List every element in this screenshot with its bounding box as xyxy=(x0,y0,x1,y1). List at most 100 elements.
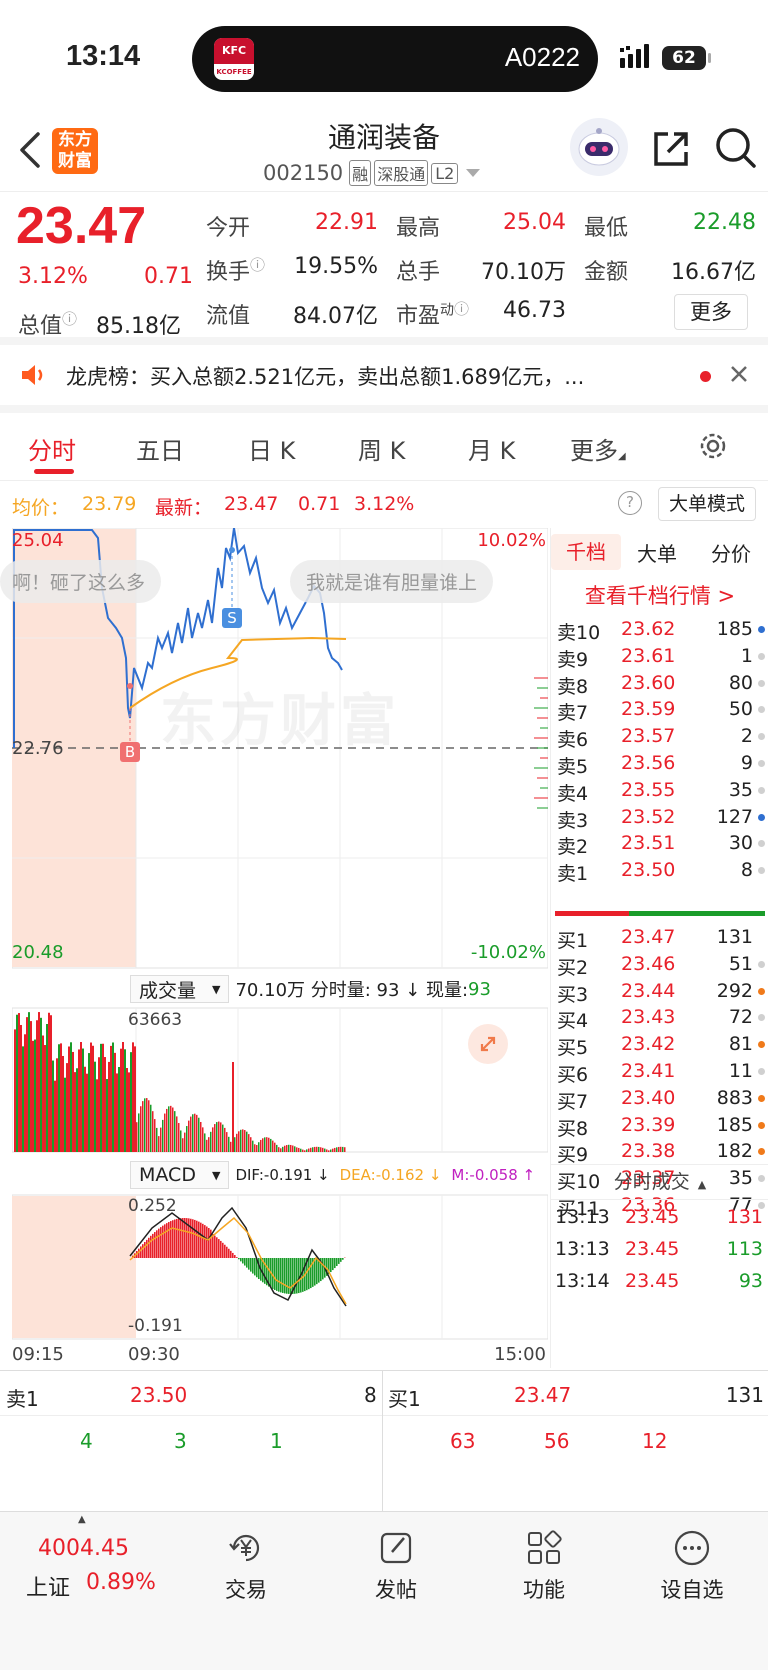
macd-bar xyxy=(280,1258,282,1293)
buy-order-row[interactable]: 买9 23.38 182 xyxy=(551,1138,768,1166)
stock-code-row[interactable]: 002150 融 深股通 L2 xyxy=(263,160,481,186)
big-order-mode-button[interactable]: 大单模式 xyxy=(658,487,756,521)
volume-bar xyxy=(206,1139,208,1152)
volume-bar xyxy=(102,1043,104,1152)
tab-weekly-k[interactable]: 周 K xyxy=(358,431,405,466)
volume-bar xyxy=(228,1136,230,1152)
sell-order-row[interactable]: 卖7 23.59 50 xyxy=(551,696,768,724)
tab-price-volume[interactable]: 分价 xyxy=(693,538,768,567)
order-dot xyxy=(758,679,765,687)
tab-more[interactable]: 更多◢ xyxy=(570,431,626,466)
volume-bar xyxy=(288,1144,290,1152)
macd-bar xyxy=(162,1225,164,1258)
volume-bar xyxy=(310,1147,312,1152)
order-label: 买2 xyxy=(557,956,589,979)
volume-bar xyxy=(148,1100,150,1152)
macd-bar xyxy=(230,1250,232,1258)
buy-marker-b[interactable]: B xyxy=(120,742,140,762)
sell-order-row[interactable]: 卖2 23.51 30 xyxy=(551,830,768,858)
tab-big-orders[interactable]: 大单 xyxy=(621,538,693,567)
order-dot xyxy=(758,733,765,741)
info-icon[interactable]: ⓘ xyxy=(250,256,265,274)
macd-bar xyxy=(184,1218,186,1258)
view-depth-link[interactable]: 查看千档行情 > xyxy=(551,580,768,610)
macd-bar xyxy=(158,1228,160,1258)
nav-post[interactable]: 发帖 xyxy=(346,1528,446,1604)
eastmoney-logo[interactable]: 东方 财富 xyxy=(52,128,98,174)
news-ticker[interactable]: 龙虎榜：买入总额2.521亿元，卖出总额1.689亿元，... xyxy=(0,345,768,413)
buy-order-row[interactable]: 买1 23.47 131 xyxy=(551,924,768,952)
signal-icon xyxy=(620,44,654,68)
volume-bar xyxy=(112,1042,114,1152)
volume-bar xyxy=(192,1114,194,1152)
tab-five-day[interactable]: 五日 xyxy=(136,431,184,466)
robot-avatar-icon[interactable] xyxy=(570,118,628,176)
volume-bar xyxy=(34,1039,36,1152)
sell-order-row[interactable]: 卖9 23.61 1 xyxy=(551,643,768,671)
nav-watchlist[interactable]: 设自选 xyxy=(642,1528,742,1604)
sell-order-row[interactable]: 卖5 23.56 9 xyxy=(551,750,768,778)
tick-row: 13:13 23.45 113 xyxy=(551,1232,768,1264)
tick-trades-header[interactable]: 分时成交 ▲ xyxy=(551,1164,768,1200)
kfc-logo-text: KFC xyxy=(214,38,254,64)
macd-indicator-dropdown[interactable]: MACD ▼ xyxy=(130,1161,230,1189)
back-button[interactable] xyxy=(16,130,46,170)
volume-bar xyxy=(18,1013,20,1152)
tab-monthly-k[interactable]: 月 K xyxy=(468,431,515,466)
yen-exchange-icon xyxy=(229,1534,260,1562)
sell-order-row[interactable]: 卖1 23.50 8 xyxy=(551,857,768,885)
order-dot xyxy=(758,840,765,848)
buy-order-row[interactable]: 买6 23.41 11 xyxy=(551,1058,768,1086)
order-dot xyxy=(758,1094,765,1102)
amount-label: 金额 xyxy=(584,260,629,285)
volume-bar xyxy=(100,1043,102,1152)
share-icon[interactable] xyxy=(650,128,692,170)
volume-bar xyxy=(334,1147,336,1152)
sell-order-row[interactable]: 卖10 23.62 185 xyxy=(551,616,768,644)
tab-thousand-level[interactable]: 千档 xyxy=(551,534,621,570)
volume-bar xyxy=(160,1127,162,1152)
close-icon[interactable] xyxy=(730,365,748,383)
order-label: 卖6 xyxy=(557,729,589,752)
info-icon[interactable]: ⓘ xyxy=(454,300,469,318)
order-price: 23.52 xyxy=(621,805,676,828)
buy-order-row[interactable]: 买7 23.40 883 xyxy=(551,1085,768,1113)
divider xyxy=(382,1371,383,1513)
volume-indicator-dropdown[interactable]: 成交量 ▼ xyxy=(130,975,230,1003)
volume-bar xyxy=(166,1108,168,1152)
nav-functions[interactable]: 功能 xyxy=(494,1528,594,1604)
macd-bar xyxy=(224,1244,226,1258)
order-dot xyxy=(758,867,765,875)
speaker-icon xyxy=(22,365,43,385)
buy-order-row[interactable]: 买3 23.44 292 xyxy=(551,978,768,1006)
macd-bar xyxy=(146,1239,148,1258)
buy-order-row[interactable]: 买5 23.42 81 xyxy=(551,1031,768,1059)
buy-order-row[interactable]: 买2 23.46 51 xyxy=(551,951,768,979)
intraday-chart[interactable]: 东方财富 25.04 22.76 20.48 10.02% -10.02% 啊！… xyxy=(0,528,548,1368)
expand-icon[interactable] xyxy=(468,1024,508,1064)
nav-trade[interactable]: 交易 xyxy=(196,1528,296,1604)
sell-order-row[interactable]: 卖4 23.55 35 xyxy=(551,777,768,805)
chart-info: 均价： 23.79 最新： 23.47 0.71 3.12% ? 大单模式 xyxy=(0,481,768,527)
tab-daily-k[interactable]: 日 K xyxy=(248,431,295,466)
buy-order-row[interactable]: 买4 23.43 72 xyxy=(551,1004,768,1033)
sell-order-row[interactable]: 卖6 23.57 2 xyxy=(551,723,768,752)
sell-marker-s[interactable]: S xyxy=(222,608,242,628)
settings-gear-icon[interactable] xyxy=(696,429,730,463)
comment-bubble[interactable]: 啊！砸了这么多 xyxy=(0,560,162,603)
latest-change: 0.71 xyxy=(298,493,341,515)
sell-order-row[interactable]: 卖3 23.52 127 xyxy=(551,804,768,832)
volume-max-label: 63663 xyxy=(128,1010,183,1030)
sell-order-row[interactable]: 卖8 23.60 80 xyxy=(551,670,768,698)
volume-bar xyxy=(50,1015,52,1152)
tab-intraday[interactable]: 分时 xyxy=(28,431,76,466)
index-ticker[interactable]: ▲ 4004.45 上证 0.89% xyxy=(0,1512,180,1612)
volume-bar xyxy=(248,1134,250,1152)
search-icon[interactable] xyxy=(714,126,758,170)
help-icon[interactable]: ? xyxy=(618,491,642,515)
more-button[interactable]: 更多 xyxy=(674,294,748,330)
comment-bubble[interactable]: 我就是谁有胆量谁上 xyxy=(290,560,494,603)
order-label: 买4 xyxy=(557,1010,589,1033)
buy-order-row[interactable]: 买8 23.39 185 xyxy=(551,1112,768,1140)
info-icon[interactable]: ⓘ xyxy=(62,310,77,328)
